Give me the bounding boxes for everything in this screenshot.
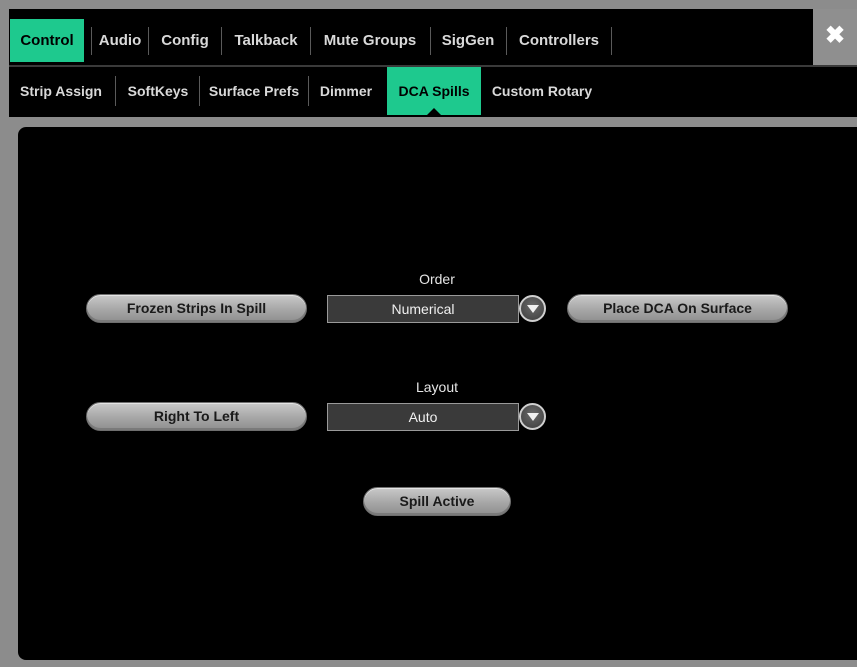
layout-caption: Layout (415, 379, 459, 395)
subtab-softkeys[interactable]: SoftKeys (117, 67, 199, 115)
order-select[interactable]: Numerical (327, 295, 519, 323)
tab-config[interactable]: Config (151, 19, 219, 62)
close-icon: ✖ (824, 22, 846, 49)
close-button[interactable]: ✖ (813, 9, 857, 65)
place-dca-on-surface-button[interactable]: Place DCA On Surface (567, 294, 788, 323)
frozen-strips-in-spill-button[interactable]: Frozen Strips In Spill (86, 294, 307, 323)
subtab-strip-assign[interactable]: Strip Assign (9, 67, 113, 115)
sub-tab-bar: Strip Assign SoftKeys Surface Prefs Dimm… (9, 67, 857, 117)
layout-select[interactable]: Auto (327, 403, 519, 431)
tab-divider (221, 27, 222, 55)
tab-mute-groups[interactable]: Mute Groups (312, 19, 428, 62)
subtab-dca-spills[interactable]: DCA Spills (387, 67, 481, 115)
chevron-down-icon[interactable] (519, 295, 546, 322)
tab-divider (430, 27, 431, 55)
tab-divider (148, 27, 149, 55)
tab-divider (115, 76, 116, 106)
subtab-surface-prefs[interactable]: Surface Prefs (201, 67, 307, 115)
tab-divider (308, 76, 309, 106)
tab-audio[interactable]: Audio (93, 19, 147, 62)
subtab-dimmer[interactable]: Dimmer (310, 67, 382, 115)
tab-talkback[interactable]: Talkback (223, 19, 309, 62)
tab-siggen[interactable]: SigGen (432, 19, 504, 62)
spill-active-button[interactable]: Spill Active (363, 487, 511, 516)
tab-controllers[interactable]: Controllers (508, 19, 610, 62)
tab-divider (611, 27, 612, 55)
tab-divider (199, 76, 200, 106)
tab-divider (91, 27, 92, 55)
subtab-custom-rotary[interactable]: Custom Rotary (484, 67, 600, 115)
order-caption: Order (419, 271, 455, 287)
main-tab-bar: Control Audio Config Talkback Mute Group… (9, 9, 857, 65)
tab-control[interactable]: Control (10, 19, 84, 62)
chevron-down-icon[interactable] (519, 403, 546, 430)
tab-divider (310, 27, 311, 55)
right-to-left-button[interactable]: Right To Left (86, 402, 307, 431)
tab-divider (506, 27, 507, 55)
